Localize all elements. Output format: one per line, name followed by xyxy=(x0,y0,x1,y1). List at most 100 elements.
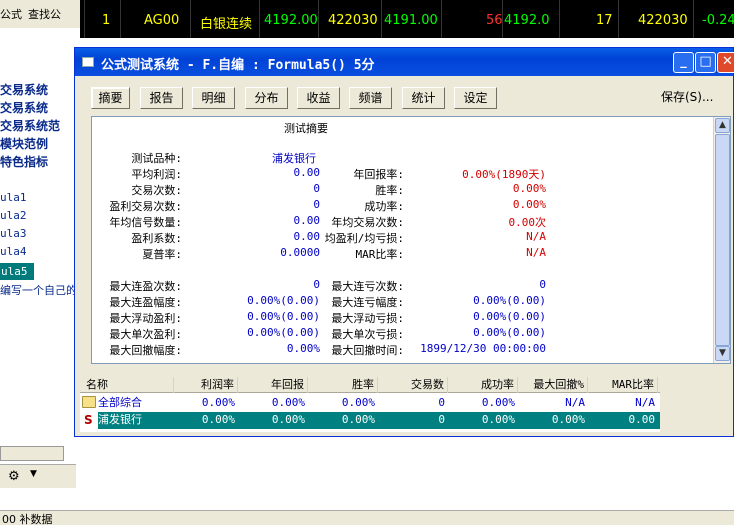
tree-item-trading-system-1[interactable]: 交易系统 xyxy=(0,81,48,98)
summary-label: 均盈利/均亏损: xyxy=(324,232,404,245)
summary-label: 最大浮动盈利: xyxy=(109,312,182,325)
quote-table: 1 AG00 白银连续 4192.00 422030 4191.00 56 41… xyxy=(0,0,734,38)
tab-report[interactable]: 报告 xyxy=(140,87,183,109)
scroll-thumb[interactable] xyxy=(715,134,730,346)
summary-label: 盈利系数: xyxy=(131,232,182,245)
summary-label: 交易次数: xyxy=(131,184,182,197)
table-cell: 0.00% xyxy=(271,413,305,426)
tree-item-formula4[interactable]: ula4 xyxy=(0,245,27,258)
tab-summary[interactable]: 摘要 xyxy=(91,87,130,109)
tree-item-formula3[interactable]: ula3 xyxy=(0,227,27,240)
table-cell: N/A xyxy=(565,396,585,409)
tab-detail[interactable]: 明细 xyxy=(192,87,235,109)
maximize-button[interactable]: □ xyxy=(695,52,716,73)
summary-value: N/A xyxy=(526,230,546,243)
tree-item-special-indicators[interactable]: 特色指标 xyxy=(0,153,48,170)
col-header-success-rate[interactable]: 成功率 xyxy=(448,377,518,393)
table-cell: 全部综合 xyxy=(98,396,142,409)
table-cell: 0.00% xyxy=(481,413,515,426)
tab-distribution[interactable]: 分布 xyxy=(245,87,288,109)
tree-item-formula5[interactable]: ula5 xyxy=(0,263,34,280)
summary-label: MAR比率: xyxy=(355,248,405,261)
tree-item-write-own[interactable]: 编写一个自己的 xyxy=(0,282,77,298)
status-bar: 00 补数据 xyxy=(0,510,734,526)
table-cell: N/A xyxy=(635,396,655,409)
minimize-button[interactable]: _ xyxy=(673,52,694,73)
summary-value: 0.00%(0.00) xyxy=(247,294,320,307)
quote-value-1: 4192.00 xyxy=(264,13,318,28)
summary-value: 0.00% xyxy=(286,342,320,355)
tree-item-formula1[interactable]: ula1 xyxy=(0,191,27,204)
tab-statistics[interactable]: 统计 xyxy=(402,87,445,109)
table-row[interactable]: 全部综合 0.00% 0.00% 0.00% 0 0.00% N/A N/A xyxy=(80,395,660,412)
summary-label: 胜率: xyxy=(375,184,404,197)
tree-item-trading-system-2[interactable]: 交易系统 xyxy=(0,99,48,116)
result-table: 名称 利润率 年回报 胜率 交易数 成功率 最大回撤% MAR比率 全部综合 0… xyxy=(80,377,660,432)
quote-value-7: 422030 xyxy=(638,13,688,28)
table-cell: 0.00% xyxy=(551,413,585,426)
col-header-profit-rate[interactable]: 利润率 xyxy=(174,377,238,393)
quote-rownum: 1 xyxy=(102,13,111,28)
table-row-selected[interactable]: 浦发银行 0.00% 0.00% 0.00% 0 0.00% 0.00% 0.0… xyxy=(98,412,660,429)
bg-menu-bar: 公式 查找公 xyxy=(0,0,80,28)
summary-value: 0.00%(0.00) xyxy=(473,294,546,307)
summary-label: 最大连亏次数: xyxy=(331,280,404,293)
summary-heading: 测试摘要 xyxy=(284,122,328,135)
quote-row[interactable]: 1 AG00 白银连续 4192.00 422030 4191.00 56 41… xyxy=(84,10,734,32)
tree-item-trading-system-examples[interactable]: 交易系统范 xyxy=(0,117,60,134)
summary-value: 0 xyxy=(313,198,320,211)
col-header-mar-ratio[interactable]: MAR比率 xyxy=(588,377,658,393)
save-button[interactable]: 保存(S)... xyxy=(661,88,713,108)
summary-label: 最大回撤幅度: xyxy=(109,344,182,357)
summary-value: 0.00%(0.00) xyxy=(247,310,320,323)
col-header-max-drawdown[interactable]: 最大回撤% xyxy=(518,377,588,393)
summary-label: 最大单次盈利: xyxy=(109,328,182,341)
table-row-icon-cell: S xyxy=(80,412,98,429)
dialog-titlebar[interactable]: 公式测试系统 - F.自编 : Formula5() 5分 _ □ ✕ xyxy=(75,48,734,76)
formula-tree: 交易系统 交易系统 交易系统范 模块范例 特色指标 ula1 ula2 ula3… xyxy=(0,28,80,498)
summary-label: 夏普率: xyxy=(142,248,182,261)
tree-horizontal-scrollbar[interactable] xyxy=(0,446,64,461)
menu-find[interactable]: 查找公 xyxy=(28,6,61,22)
scroll-down-icon[interactable]: ▼ xyxy=(715,346,730,361)
summary-value: 0 xyxy=(313,182,320,195)
tree-tool-icon[interactable]: ⚙ xyxy=(8,469,20,484)
quote-value-4: 56 xyxy=(486,13,503,28)
summary-value: 0.00 xyxy=(293,230,321,243)
close-button[interactable]: ✕ xyxy=(717,52,734,73)
summary-label: 最大浮动亏损: xyxy=(331,312,404,325)
scroll-up-icon[interactable]: ▲ xyxy=(715,118,730,133)
table-cell: 0.00% xyxy=(201,396,235,409)
summary-value: 0.0000 xyxy=(280,246,320,259)
col-header-annual-return[interactable]: 年回报 xyxy=(238,377,308,393)
tree-item-formula2[interactable]: ula2 xyxy=(0,209,27,222)
summary-label: 成功率: xyxy=(364,200,404,213)
summary-value: 0.00%(0.00) xyxy=(473,310,546,323)
summary-label: 年均信号数量: xyxy=(109,216,182,229)
table-cell: 浦发银行 xyxy=(98,413,142,426)
quote-value-8: -0.24 xyxy=(702,13,734,28)
summary-value: 0.00% xyxy=(512,182,546,195)
summary-value: 0 xyxy=(313,278,320,291)
quote-value-3: 4191.00 xyxy=(384,13,438,28)
tab-spectrum[interactable]: 频谱 xyxy=(349,87,392,109)
summary-label: 最大连盈次数: xyxy=(109,280,182,293)
table-cell: 0.00% xyxy=(271,396,305,409)
summary-label: 盈利交易次数: xyxy=(109,200,182,213)
tree-toolbar: ⚙ ▼ xyxy=(0,464,76,488)
col-header-win-rate[interactable]: 胜率 xyxy=(308,377,378,393)
stock-s-icon: S xyxy=(84,413,93,427)
menu-formula[interactable]: 公式 xyxy=(0,6,22,22)
summary-value: 0.00 xyxy=(293,166,321,179)
tab-settings[interactable]: 设定 xyxy=(454,87,497,109)
summary-scrollbar[interactable]: ▲ ▼ xyxy=(713,117,730,363)
table-cell: 0.00 xyxy=(628,413,656,426)
tab-return[interactable]: 收益 xyxy=(297,87,340,109)
col-header-trade-count[interactable]: 交易数 xyxy=(378,377,448,393)
dialog-title: 公式测试系统 - F.自编 : Formula5() 5分 xyxy=(101,58,375,73)
tree-item-module-examples[interactable]: 模块范例 xyxy=(0,135,48,152)
summary-label: 最大回撤时间: xyxy=(331,344,404,357)
dropdown-arrow-icon[interactable]: ▼ xyxy=(30,469,37,479)
table-cell: 0.00% xyxy=(481,396,515,409)
col-header-name[interactable]: 名称 xyxy=(80,377,174,393)
